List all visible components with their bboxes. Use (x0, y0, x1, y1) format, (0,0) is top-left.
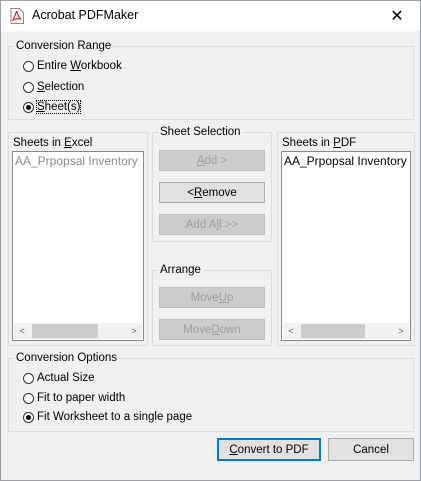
title-bar: Acrobat PDFMaker ✕ (1, 1, 420, 31)
scroll-thumb[interactable] (32, 324, 98, 338)
list-item[interactable]: AA_Prpopsal Inventory (15, 154, 143, 168)
radio-label: Fit Worksheet to a single page (37, 411, 193, 423)
radio-label: Sheet(s) (35, 100, 82, 114)
window-title: Acrobat PDFMaker (32, 8, 139, 22)
radio-circle (23, 392, 34, 404)
radio-fit-single-page[interactable]: Fit Worksheet to a single page (23, 409, 192, 425)
radio-circle (23, 81, 34, 93)
radio-fit-paper-width[interactable]: Fit to paper width (23, 390, 125, 406)
radio-label: Selection (37, 81, 85, 93)
radio-circle-checked (23, 411, 34, 423)
scroll-left-icon[interactable]: < (283, 323, 299, 339)
radio-actual-size[interactable]: Actual Size (23, 370, 95, 386)
scroll-thumb[interactable] (301, 324, 365, 338)
close-button[interactable]: ✕ (374, 1, 420, 31)
move-up-button[interactable]: Move Up (159, 287, 265, 308)
remove-button[interactable]: < Remove (159, 182, 265, 203)
scroll-right-icon[interactable]: > (126, 323, 142, 339)
horizontal-scrollbar[interactable]: < > (283, 323, 409, 339)
sheets-in-excel-label: Sheets in Excel (11, 137, 95, 150)
arrange-label: Arrange (158, 264, 203, 277)
add-all-button[interactable]: Add All >> (159, 214, 265, 235)
radio-entire-workbook[interactable]: Entire Workbook (23, 58, 122, 74)
scroll-left-icon[interactable]: < (14, 323, 30, 339)
cancel-button[interactable]: Cancel (328, 438, 414, 461)
conversion-range-label: Conversion Range (14, 40, 114, 53)
conversion-options-label: Conversion Options (14, 352, 119, 365)
move-down-button[interactable]: Move Down (159, 319, 265, 340)
list-item[interactable]: AA_Prpopsal Inventory (284, 154, 410, 168)
radio-label: Entire Workbook (37, 60, 122, 72)
add-button[interactable]: Add > (159, 150, 265, 171)
radio-circle (23, 60, 34, 72)
radio-sheets[interactable]: Sheet(s) (23, 99, 82, 115)
sheets-in-pdf-label: Sheets in PDF (280, 137, 359, 150)
radio-circle-checked (23, 101, 34, 113)
convert-to-pdf-button[interactable]: Convert to PDF (217, 438, 321, 461)
horizontal-scrollbar[interactable]: < > (14, 323, 142, 339)
excel-sheets-listbox[interactable]: AA_Prpopsal Inventory < > (12, 151, 144, 341)
pdfmaker-dialog: Acrobat PDFMaker ✕ Conversion Range Enti… (0, 0, 421, 481)
radio-label: Actual Size (37, 372, 95, 384)
radio-selection[interactable]: Selection (23, 79, 84, 95)
radio-circle (23, 372, 34, 384)
pdf-sheets-listbox[interactable]: AA_Prpopsal Inventory < > (281, 151, 411, 341)
scroll-right-icon[interactable]: > (393, 323, 409, 339)
radio-label: Fit to paper width (37, 392, 126, 404)
pdf-icon (10, 8, 24, 24)
sheet-selection-label: Sheet Selection (158, 126, 243, 139)
close-icon: ✕ (390, 8, 404, 25)
